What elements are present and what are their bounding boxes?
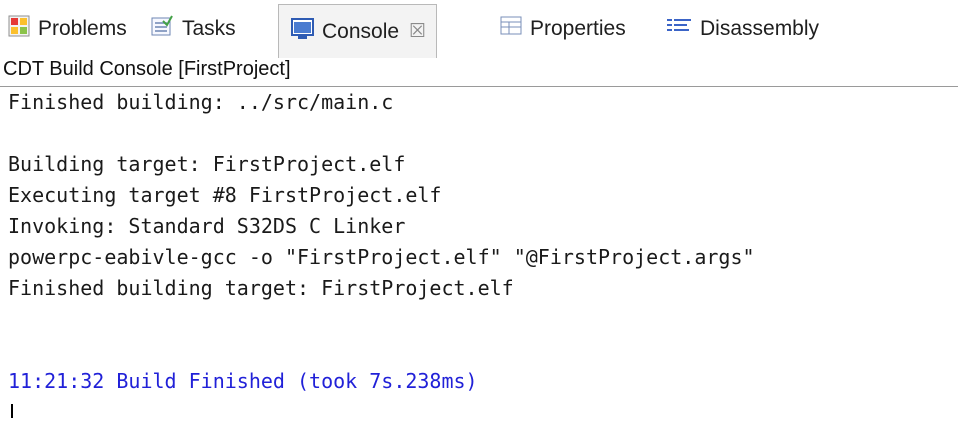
console-line: Building target: FirstProject.elf: [8, 152, 406, 176]
tab-problems[interactable]: Problems: [8, 6, 127, 52]
tab-tasks[interactable]: Tasks: [150, 6, 236, 52]
tab-properties[interactable]: Properties: [500, 6, 626, 52]
tab-properties-label: Properties: [530, 17, 626, 40]
console-line: Finished building: ../src/main.c: [8, 90, 394, 114]
console-line: Executing target #8 FirstProject.elf: [8, 183, 442, 207]
tab-console-label: Console: [322, 19, 400, 43]
console-line: Finished building target: FirstProject.e…: [8, 276, 514, 300]
properties-icon: [500, 15, 522, 43]
tab-problems-label: Problems: [38, 17, 127, 40]
problems-icon: [8, 15, 30, 43]
build-finished-line: 11:21:32 Build Finished (took 7s.238ms): [8, 369, 478, 393]
console-line: Invoking: Standard S32DS C Linker: [8, 214, 406, 238]
tab-disassembly[interactable]: Disassembly: [666, 6, 819, 52]
tab-disassembly-label: Disassembly: [700, 17, 820, 40]
disassembly-icon: [666, 15, 692, 43]
text-cursor: [11, 404, 13, 418]
view-tab-bar: Problems Tasks Console ☒ Properties Disa…: [0, 0, 958, 58]
close-icon[interactable]: ☒: [409, 20, 426, 43]
console-line: powerpc-eabivle-gcc -o "FirstProject.elf…: [8, 245, 755, 269]
tab-console[interactable]: Console ☒: [278, 4, 438, 58]
console-divider: [0, 86, 958, 87]
console-icon: [291, 17, 314, 46]
tasks-icon: [150, 15, 174, 43]
console-title: CDT Build Console [FirstProject]: [3, 58, 291, 80]
tab-tasks-label: Tasks: [182, 17, 236, 40]
